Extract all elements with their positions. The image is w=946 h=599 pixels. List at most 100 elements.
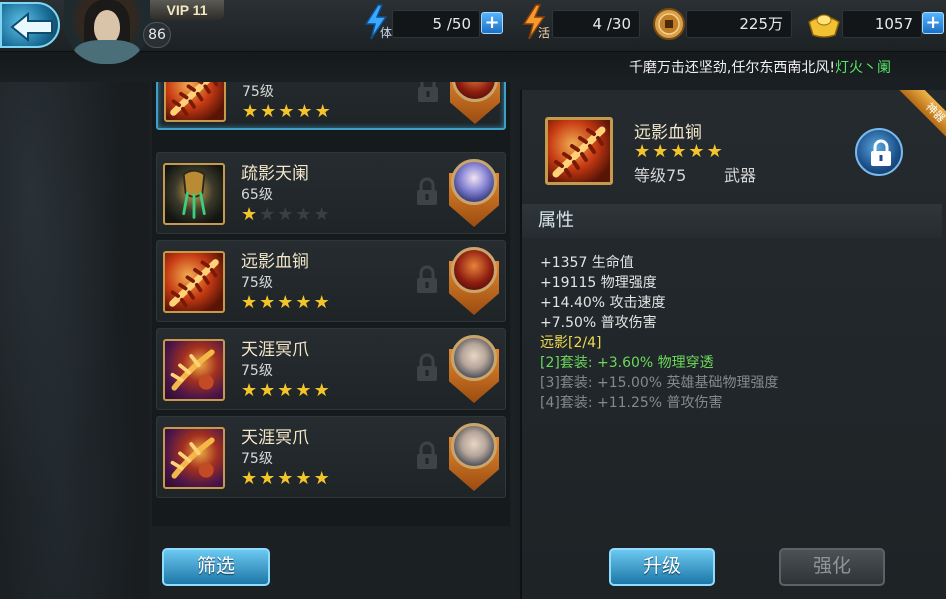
item-star-rating: ★ ★ ★ ★ ★ bbox=[241, 204, 332, 225]
star-filled-icon: ★ bbox=[652, 141, 669, 162]
equipment-list-item[interactable]: 远影血锏 75级★★★★★ bbox=[156, 240, 506, 322]
star-filled-icon: ★ bbox=[634, 141, 651, 162]
item-level: 75级 bbox=[242, 84, 274, 100]
stamina-label: 体 bbox=[380, 26, 393, 40]
set-bonus-active: [2]套装: +3.60% 物理穿透 bbox=[540, 355, 714, 371]
star-filled-icon: ★ bbox=[241, 380, 258, 401]
item-level: 75级 bbox=[241, 363, 273, 379]
equipped-hero-medal[interactable] bbox=[447, 247, 501, 317]
enhance-button[interactable]: 强化 bbox=[779, 548, 885, 586]
item-level: 75级 bbox=[241, 451, 273, 467]
star-filled-icon: ★ bbox=[259, 292, 276, 313]
ticker-main-text: 千磨万击还坚劲,任尔东西南北风! bbox=[628, 60, 835, 76]
star-filled-icon: ★ bbox=[260, 101, 277, 122]
player-avatar[interactable] bbox=[64, 0, 150, 64]
star-filled-icon: ★ bbox=[277, 380, 294, 401]
item-name: 疏影天阑 bbox=[241, 164, 309, 184]
decorative-background bbox=[0, 82, 150, 599]
star-empty-icon: ★ bbox=[313, 204, 330, 225]
player-level-badge: 86 bbox=[143, 22, 171, 48]
attributes-list: +1357 生命值 +19115 物理强度 +14.40% 攻击速度 +7.50% 普… bbox=[540, 253, 779, 413]
ticker-message: 千磨万击还坚劲,任尔东西南北风!灯火丶阑 bbox=[629, 57, 891, 77]
activity-label: 活 bbox=[538, 26, 551, 40]
star-filled-icon: ★ bbox=[241, 292, 258, 313]
item-star-rating: ★ ★ ★ ★ ★ bbox=[241, 292, 332, 313]
detail-star-rating: ★ ★ ★ ★ ★ bbox=[634, 142, 725, 161]
attribute-line: +7.50% 普攻伤害 bbox=[540, 315, 657, 331]
item-star-rating: ★ ★ ★ ★ ★ bbox=[242, 101, 333, 122]
coin-icon bbox=[653, 8, 685, 40]
equipped-hero-medal[interactable] bbox=[447, 423, 501, 493]
upgrade-button[interactable]: 升级 bbox=[609, 548, 715, 586]
stamina-value: 5 /50 bbox=[392, 10, 480, 38]
item-star-rating: ★ ★ ★ ★ ★ bbox=[241, 380, 332, 401]
star-filled-icon: ★ bbox=[706, 141, 723, 162]
star-filled-icon: ★ bbox=[296, 101, 313, 122]
star-filled-icon: ★ bbox=[277, 292, 294, 313]
artifact-tag-label: 神器 bbox=[896, 90, 946, 146]
set-bonus-inactive: [3]套装: +15.00% 英雄基础物理强度 bbox=[540, 375, 779, 391]
weapon-art bbox=[552, 126, 606, 178]
add-ingots-button[interactable]: + bbox=[922, 12, 944, 34]
star-filled-icon: ★ bbox=[688, 141, 705, 162]
red-spiked-mace-icon bbox=[164, 82, 226, 122]
star-filled-icon: ★ bbox=[277, 468, 294, 489]
avatar-face bbox=[94, 10, 120, 44]
item-name: 远影血锏 bbox=[241, 252, 309, 272]
star-filled-icon: ★ bbox=[295, 468, 312, 489]
lock-icon bbox=[415, 177, 439, 207]
red-demon-portrait-icon bbox=[451, 247, 497, 293]
item-level: 65级 bbox=[241, 187, 273, 203]
star-filled-icon: ★ bbox=[241, 204, 258, 225]
star-empty-icon: ★ bbox=[259, 204, 276, 225]
top-bar: VIP 11 86 体 5 /50 + 活 4 /30 225万 1057 + bbox=[0, 0, 946, 64]
star-filled-icon: ★ bbox=[295, 380, 312, 401]
avatar-robe bbox=[74, 40, 140, 64]
star-filled-icon: ★ bbox=[242, 101, 259, 122]
white-hair-hero-portrait-icon bbox=[451, 423, 497, 469]
gold-ingot-icon bbox=[808, 14, 840, 38]
equipment-list-item[interactable]: 天涯冥爪 75级 ★ ★ ★ ★ ★ bbox=[156, 416, 506, 498]
equipment-list[interactable]: 远影血锏75级★★★★★疏影天阑65级★★★★★远影血锏75级★★★★★天涯冥爪… bbox=[152, 82, 510, 526]
attribute-line: +14.40% 攻击速度 bbox=[540, 295, 666, 311]
star-filled-icon: ★ bbox=[278, 101, 295, 122]
add-stamina-button[interactable]: + bbox=[481, 12, 503, 34]
detail-item-type: 武器 bbox=[724, 166, 757, 185]
star-empty-icon: ★ bbox=[295, 204, 312, 225]
artifact-corner-tag: 神器 bbox=[884, 90, 946, 146]
star-filled-icon: ★ bbox=[670, 141, 687, 162]
equipment-list-item[interactable]: 天涯冥爪 75级 ★ ★ ★ ★ ★ bbox=[156, 328, 506, 410]
back-arrow-icon bbox=[10, 12, 53, 42]
set-title: 远影[2/4] bbox=[540, 335, 602, 351]
coin-value: 225万 bbox=[686, 10, 792, 38]
star-filled-icon: ★ bbox=[241, 468, 258, 489]
equipment-list-item[interactable]: 远影血锏75级★★★★★ bbox=[156, 82, 506, 130]
detail-item-name: 远影血锏 bbox=[634, 123, 702, 143]
attributes-header: 属性 bbox=[522, 204, 942, 238]
silver-hair-girl-portrait-icon bbox=[451, 159, 497, 205]
star-filled-icon: ★ bbox=[314, 101, 331, 122]
broadcast-ticker: 千磨万击还坚劲,任尔东西南北风!灯火丶阑 bbox=[0, 52, 946, 80]
lock-icon bbox=[415, 441, 439, 471]
lock-icon bbox=[415, 265, 439, 295]
star-filled-icon: ★ bbox=[259, 468, 276, 489]
equipped-hero-medal[interactable] bbox=[447, 335, 501, 405]
equipped-hero-medal[interactable] bbox=[447, 159, 501, 229]
purple-claw-icon bbox=[163, 427, 225, 489]
filter-button[interactable]: 筛选 bbox=[162, 548, 270, 586]
item-name: 天涯冥爪 bbox=[241, 340, 309, 360]
item-level: 75级 bbox=[241, 275, 273, 291]
equipment-list-item[interactable]: 疏影天阑 65级 ★ ★ ★ ★ ★ bbox=[156, 152, 506, 234]
dark-green-claw-icon bbox=[163, 163, 225, 225]
white-hair-hero-portrait-icon bbox=[451, 335, 497, 381]
red-spiked-mace-icon bbox=[163, 251, 225, 313]
star-filled-icon: ★ bbox=[313, 380, 330, 401]
equipped-hero-medal[interactable] bbox=[448, 82, 502, 126]
vip-badge[interactable]: VIP 11 bbox=[150, 0, 224, 20]
star-filled-icon: ★ bbox=[295, 292, 312, 313]
star-empty-icon: ★ bbox=[277, 204, 294, 225]
back-button[interactable] bbox=[0, 2, 60, 48]
ticker-player-name: 灯火丶阑 bbox=[835, 60, 891, 76]
item-name: 天涯冥爪 bbox=[241, 428, 309, 448]
star-filled-icon: ★ bbox=[313, 468, 330, 489]
